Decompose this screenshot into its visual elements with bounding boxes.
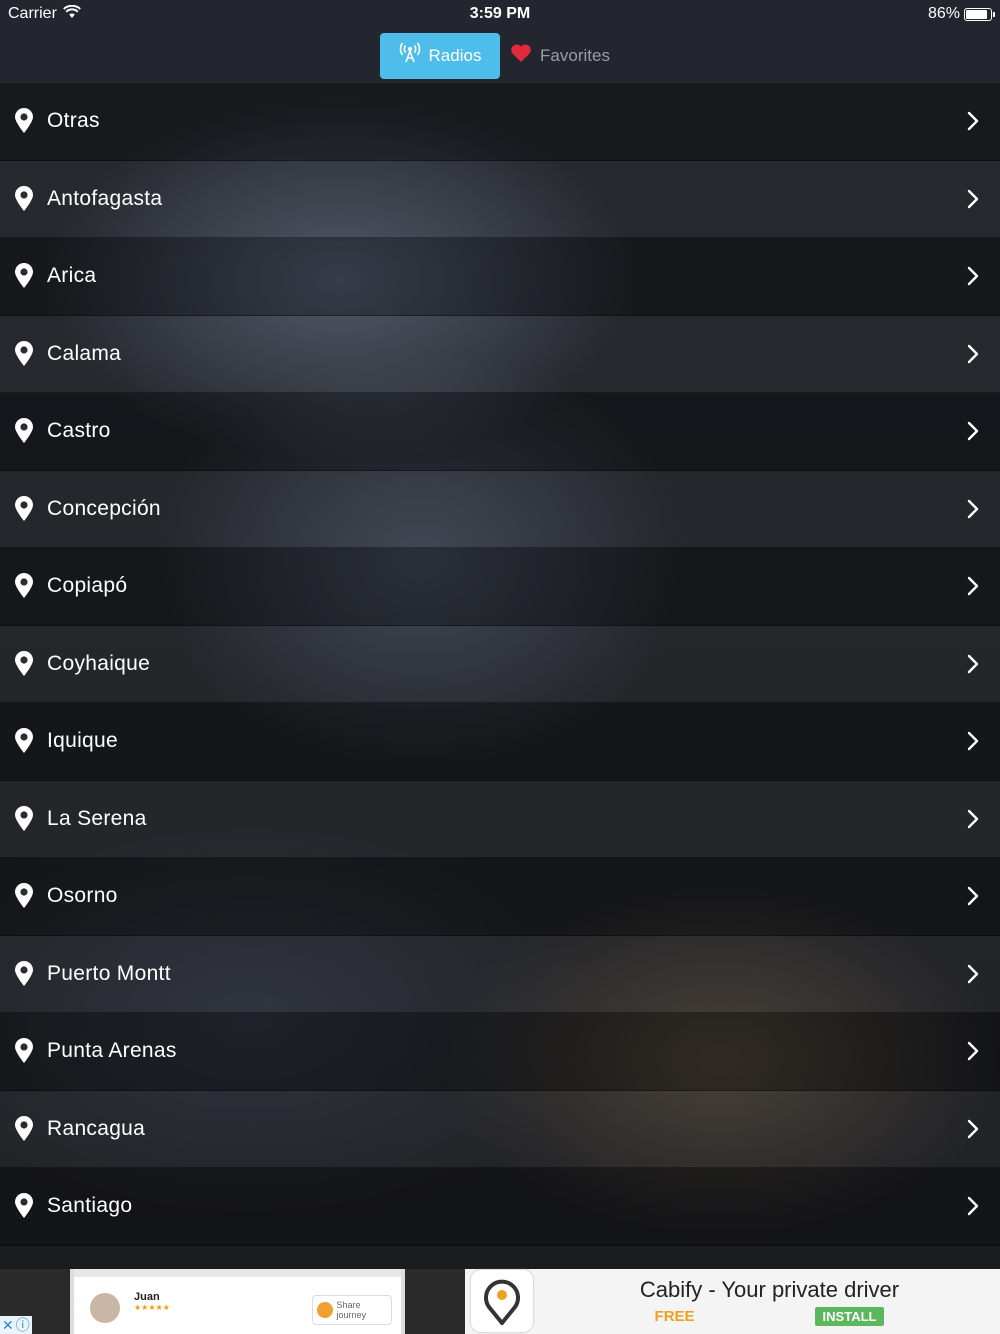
heart-icon — [510, 43, 532, 68]
city-row[interactable]: Coyhaique — [0, 626, 1000, 703]
ad-title: Cabify - Your private driver — [639, 1277, 900, 1302]
city-row[interactable]: Concepción — [0, 471, 1000, 548]
clock: 3:59 PM — [469, 5, 531, 22]
chevron-right-icon — [966, 421, 980, 441]
city-name: Calama — [47, 341, 122, 365]
ad-phone-topbar — [74, 1269, 401, 1277]
ad-controls: ✕ ⓘ — [0, 1316, 32, 1334]
carrier-label: Carrier — [8, 5, 57, 22]
star-rating-icon: ★★★★★ — [134, 1303, 170, 1312]
city-row[interactable]: Otras — [0, 83, 1000, 161]
city-name: Castro — [47, 419, 111, 443]
location-pin-icon — [12, 805, 36, 833]
status-left: Carrier — [8, 4, 81, 24]
city-name: Otras — [47, 109, 100, 133]
location-pin-icon — [12, 572, 36, 600]
nav-bar: Radios Favorites — [0, 28, 1000, 83]
location-pin-icon — [12, 882, 36, 910]
ad-screenshot: Juan ★★★★★ Share journey ✕ ⓘ — [0, 1269, 465, 1334]
ad-driver-avatar — [88, 1291, 122, 1325]
city-row[interactable]: Osorno — [0, 858, 1000, 936]
city-row[interactable]: Castro — [0, 393, 1000, 471]
city-name: Santiago — [47, 1194, 133, 1218]
chevron-right-icon — [966, 964, 980, 984]
city-name: Copiapó — [47, 574, 128, 598]
chevron-right-icon — [966, 731, 980, 751]
ad-text: Cabify - Your private driver FREE INSTAL… — [539, 1269, 1000, 1334]
tab-favorites[interactable]: Favorites — [500, 33, 620, 79]
city-name: Puerto Montt — [47, 961, 171, 985]
city-row[interactable]: Arica — [0, 238, 1000, 316]
battery-percent: 86% — [927, 5, 960, 22]
share-icon — [317, 1302, 333, 1318]
location-pin-icon — [12, 650, 36, 678]
location-pin-icon — [12, 960, 36, 988]
city-row[interactable]: Rancagua — [0, 1091, 1000, 1168]
city-name: Osorno — [47, 884, 118, 908]
location-pin-icon — [12, 107, 36, 135]
location-pin-icon — [12, 1192, 36, 1220]
chevron-right-icon — [966, 499, 980, 519]
close-icon[interactable]: ✕ — [2, 1317, 14, 1333]
city-row[interactable]: La Serena — [0, 781, 1000, 858]
chevron-right-icon — [966, 189, 980, 209]
city-row[interactable]: Copiapó — [0, 548, 1000, 626]
city-name: Punta Arenas — [47, 1039, 177, 1063]
chevron-right-icon — [966, 886, 980, 906]
battery-icon — [964, 7, 995, 21]
ad-share-box: Share journey — [312, 1295, 392, 1325]
ad-share-label: Share journey — [336, 1300, 367, 1320]
location-pin-icon — [12, 340, 36, 368]
city-row[interactable]: Calama — [0, 316, 1000, 393]
city-list: Otras Antofagasta Arica Calama Castro Concepc… — [0, 83, 1000, 1246]
chevron-right-icon — [966, 1196, 980, 1216]
location-pin-icon — [12, 417, 36, 445]
battery-fill — [966, 9, 987, 19]
info-icon[interactable]: ⓘ — [16, 1317, 30, 1333]
city-name: La Serena — [47, 806, 147, 830]
city-name: Rancagua — [47, 1116, 146, 1140]
chevron-right-icon — [966, 111, 980, 131]
chevron-right-icon — [966, 654, 980, 674]
antenna-icon — [399, 42, 421, 69]
chevron-right-icon — [966, 344, 980, 364]
ad-bottom: FREE INSTALL — [655, 1307, 885, 1326]
status-right: 86% — [927, 5, 995, 23]
tab-favorites-label: Favorites — [540, 45, 610, 65]
ad-price: FREE — [654, 1308, 695, 1325]
chevron-right-icon — [966, 576, 980, 596]
tab-radios[interactable]: Radios — [380, 32, 500, 79]
city-row[interactable]: Iquique — [0, 703, 1000, 781]
ad-driver-name: Juan — [134, 1291, 160, 1303]
location-pin-icon — [12, 185, 36, 213]
city-name: Concepción — [47, 496, 161, 520]
chevron-right-icon — [966, 266, 980, 286]
chevron-right-icon — [966, 1119, 980, 1139]
city-row[interactable]: Puerto Montt — [0, 936, 1000, 1013]
city-row[interactable]: Santiago — [0, 1168, 1000, 1246]
ad-phone-mockup: Juan ★★★★★ Share journey — [70, 1269, 405, 1334]
location-pin-icon — [12, 495, 36, 523]
install-button[interactable]: INSTALL — [814, 1307, 885, 1326]
wifi-icon — [63, 4, 81, 24]
chevron-right-icon — [966, 1041, 980, 1061]
tab-radios-label: Radios — [428, 45, 482, 65]
city-name: Arica — [47, 264, 97, 288]
city-name: Iquique — [47, 729, 118, 753]
ad-banner[interactable]: Juan ★★★★★ Share journey ✕ ⓘ Cabify - Yo… — [0, 1269, 1000, 1334]
city-row[interactable]: Antofagasta — [0, 161, 1000, 238]
segmented-control: Radios Favorites — [380, 32, 620, 79]
location-pin-icon — [12, 262, 36, 290]
location-pin-icon — [12, 1115, 36, 1143]
chevron-right-icon — [966, 809, 980, 829]
city-row[interactable]: Punta Arenas — [0, 1013, 1000, 1091]
city-name: Antofagasta — [47, 186, 163, 210]
status-bar: Carrier 3:59 PM 86% — [0, 0, 1000, 28]
city-name: Coyhaique — [47, 651, 151, 675]
location-pin-icon — [12, 1037, 36, 1065]
location-pin-icon — [12, 727, 36, 755]
cabify-logo — [471, 1270, 533, 1332]
